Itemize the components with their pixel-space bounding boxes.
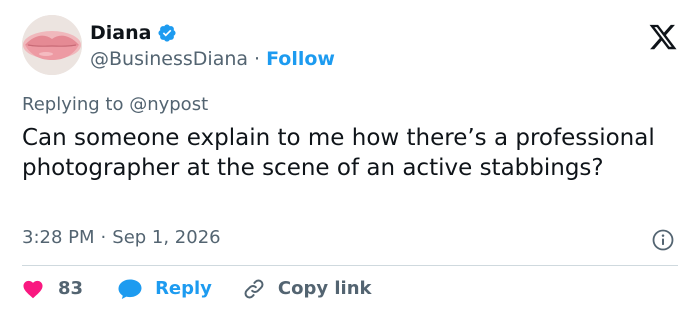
tweet-actions: 83 Reply Copy link	[22, 277, 372, 301]
copy-link-label: Copy link	[277, 278, 372, 299]
author-handle[interactable]: @BusinessDiana	[90, 47, 248, 71]
heart-icon	[22, 279, 44, 299]
reply-label: Reply	[155, 278, 212, 299]
divider	[22, 265, 678, 266]
speech-bubble-icon	[117, 278, 143, 300]
tweet-text: Can someone explain to me how there’s a …	[22, 125, 655, 181]
verified-badge-icon	[157, 23, 177, 43]
replying-to-label: Replying to @nypost	[22, 94, 209, 115]
tweet-date: Sep 1, 2026	[112, 227, 221, 248]
like-button[interactable]: 83	[22, 277, 83, 301]
author-handle-row: @BusinessDiana · Follow	[90, 47, 335, 71]
lips-avatar-image	[22, 15, 82, 75]
info-icon[interactable]	[652, 229, 674, 251]
author-name-row: Diana	[90, 21, 177, 45]
avatar[interactable]	[22, 15, 82, 75]
link-icon	[242, 277, 266, 301]
handle-separator: ·	[254, 48, 261, 70]
x-logo-icon[interactable]	[648, 22, 678, 52]
author-display-name[interactable]: Diana	[90, 21, 151, 45]
tweet-timestamp[interactable]: 3:28 PM · Sep 1, 2026	[22, 226, 221, 250]
like-count: 83	[58, 278, 84, 299]
timestamp-separator: ·	[100, 227, 107, 248]
copy-link-button[interactable]: Copy link	[242, 277, 372, 301]
follow-button[interactable]: Follow	[266, 47, 335, 71]
reply-button[interactable]: Reply	[117, 277, 212, 301]
tweet-time: 3:28 PM	[22, 227, 95, 248]
